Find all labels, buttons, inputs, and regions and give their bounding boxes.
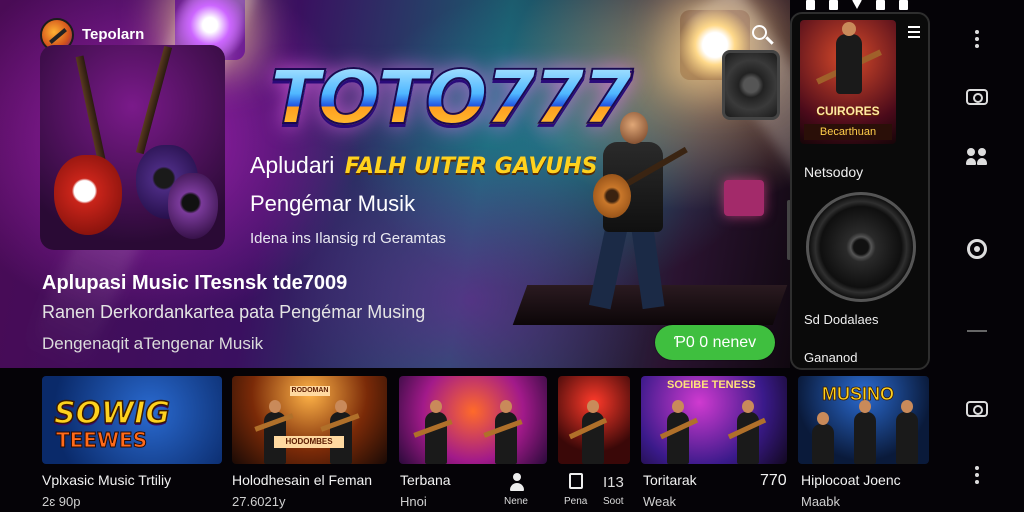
more-options-button[interactable] (964, 26, 990, 52)
album-subtitle: Becarthuan (804, 124, 892, 140)
hero-banner[interactable]: Tepolarn TOTO777 Apludari FALH UITER GAV… (0, 0, 790, 368)
more-options-button-2[interactable] (964, 462, 990, 488)
card-art-subtitle: HODOMBES (274, 436, 344, 448)
hero-title: Aplupasi Music ITesnsk tde7009 (42, 272, 348, 294)
card-sub: Weak (643, 494, 676, 509)
hero-subtitle: Ranen Derkordankartea pata Pengémar Musi… (42, 302, 426, 322)
tagline-prefix: Apludari (250, 152, 335, 178)
nav-label[interactable]: Soot (603, 496, 624, 507)
card-label[interactable]: Terbana (400, 472, 451, 488)
speaker-icon (806, 192, 916, 302)
card-label[interactable]: Toritarak (643, 472, 697, 488)
content-card[interactable]: SOWIG TEEWES (42, 376, 222, 464)
content-card[interactable]: RODOMAN HODOMBES (232, 376, 387, 464)
hero-tagline: Apludari FALH UITER GAVUHS (250, 152, 598, 179)
speaker-box (724, 180, 764, 216)
card-art-title: RODOMAN (290, 386, 330, 396)
content-card[interactable]: SOEIBE TENESS (641, 376, 787, 464)
album-title: CUIRORES (816, 104, 880, 118)
signal-icon (852, 0, 862, 9)
target-button[interactable] (964, 236, 990, 262)
status-bar (800, 0, 930, 12)
card-art-title: SOEIBE TENESS (667, 379, 756, 391)
card-sub: 2ɛ 90p (42, 494, 81, 509)
side-nav-rail (940, 0, 1024, 512)
more-vert-icon (975, 30, 979, 48)
card-meta: 770 (760, 472, 787, 489)
people-icon (966, 148, 988, 166)
panel-label: Gananod (804, 350, 858, 365)
people-button[interactable] (964, 144, 990, 170)
menu-icon[interactable] (908, 26, 920, 38)
panel-label: Netsodoy (804, 164, 864, 180)
more-vert-icon (975, 466, 979, 484)
hero-description: Dengenaqit aTengenar Musik (42, 334, 264, 353)
card-sub: Hnoi (400, 494, 427, 509)
nav-title[interactable]: I13 (603, 474, 624, 491)
content-card[interactable] (399, 376, 547, 464)
now-playing-panel[interactable]: CUIRORES Becarthuan Netsodoy Sd Dodalaes… (790, 12, 930, 370)
hero-tagline-2: Pengémar Musik (250, 191, 416, 216)
battery-icon (829, 0, 838, 10)
content-card[interactable]: MUSINO (798, 376, 929, 464)
hero-tagline-3: Idena ins Ilansig rd Geramtas (250, 230, 446, 247)
battery-icon (806, 0, 815, 10)
card-art-title: SOWIG (53, 395, 171, 432)
hero-cta-button[interactable]: Ƥ0 0 nenev (655, 325, 775, 360)
album-art[interactable]: CUIRORES Becarthuan (800, 20, 896, 144)
content-card[interactable] (558, 376, 630, 464)
card-art-title: MUSINO (822, 384, 895, 405)
card-art-subtitle: TEEWES (55, 428, 148, 453)
nav-label[interactable]: Pena (564, 496, 587, 507)
app-name: Tepolarn (82, 26, 145, 43)
camera-button-2[interactable] (964, 396, 990, 422)
content-row: SOWIG TEEWES Vplxasic Music Trtiliy 2ɛ 9… (0, 370, 940, 512)
camera-icon (966, 89, 988, 105)
card-label[interactable]: Hiplocoat Joenc (801, 472, 901, 488)
target-icon (967, 239, 987, 259)
camera-button[interactable] (964, 84, 990, 110)
card-label[interactable]: Vplxasic Music Trtiliy (42, 472, 171, 488)
nav-label[interactable]: Nene (504, 496, 528, 507)
card-label[interactable]: Holodhesain el Feman (232, 472, 372, 488)
card-sub: 27.6021y (232, 494, 286, 509)
document-icon[interactable] (566, 473, 586, 495)
amplifier-icon (722, 50, 780, 120)
performer-image (575, 112, 688, 312)
card-sub: Maabk (801, 494, 841, 509)
tagline-highlight: FALH UITER GAVUHS (344, 154, 598, 179)
battery-icon (899, 0, 908, 10)
guitar-art (40, 45, 225, 250)
search-button[interactable] (748, 22, 776, 50)
wifi-icon (876, 0, 885, 10)
person-icon[interactable] (507, 473, 527, 495)
camera-icon (966, 401, 988, 417)
panel-label: Sd Dodalaes (804, 312, 879, 327)
divider (964, 318, 990, 344)
